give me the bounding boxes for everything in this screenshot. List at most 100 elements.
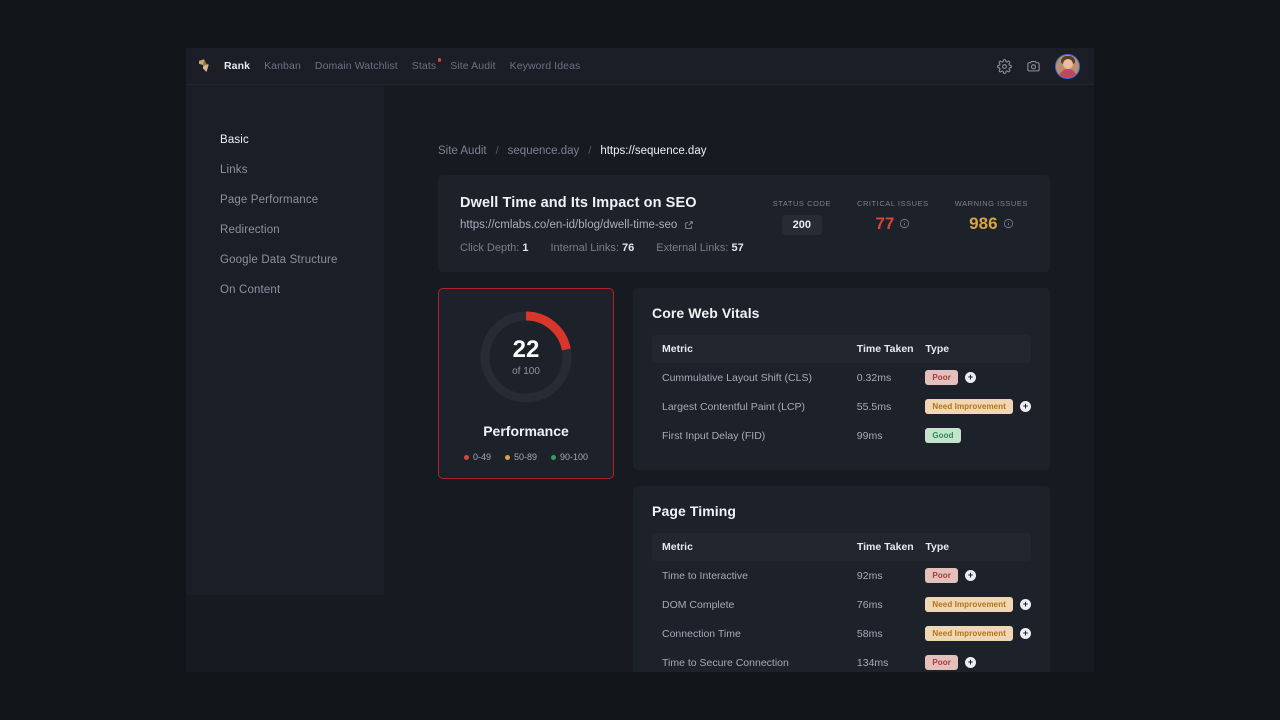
type-cell: Poor +	[925, 370, 1031, 385]
legend-label: 50-89	[513, 452, 537, 462]
stat-critical-issues: CRITICAL ISSUES 77	[857, 199, 929, 235]
cell-type: Need Improvement +	[915, 619, 1031, 648]
expand-plus-button[interactable]: +	[964, 570, 976, 581]
stat-label: CRITICAL ISSUES	[856, 199, 929, 208]
cell-metric: Connection Time	[662, 627, 741, 640]
page-timing-title: Page Timing	[652, 503, 737, 519]
column-header-time-taken: Time Taken	[846, 335, 916, 363]
column-header-time-taken: Time Taken	[846, 533, 916, 561]
cell-time-taken: 134ms	[856, 656, 889, 669]
nav-right-actions	[997, 53, 1080, 79]
core-web-vitals-title: Core Web Vitals	[652, 305, 760, 321]
core-web-vitals-tbody: Cummulative Layout Shift (CLS) 0.32ms Poor…	[652, 363, 1031, 450]
nav-link-keyword-ideas[interactable]: Keyword Ideas	[510, 60, 581, 72]
core-web-vitals-thead: Metric Time Taken Type	[652, 335, 1031, 363]
nav-link-rank[interactable]: Rank	[224, 60, 250, 72]
stat-value: 77	[875, 214, 895, 233]
performance-score-card[interactable]: 22 of 100 Performance 0-49 50-89 90-100	[438, 288, 614, 479]
cell-time-taken: 76ms	[856, 598, 883, 611]
avatar-body	[1058, 68, 1077, 78]
cell-metric: DOM Complete	[662, 598, 735, 611]
nav-link-stats[interactable]: Stats	[412, 58, 442, 72]
type-cell: Need Improvement +	[925, 597, 1031, 612]
gear-icon[interactable]	[997, 58, 1012, 74]
table-row: Time to Secure Connection 134ms Poor +	[652, 648, 1031, 672]
status-badge: Good	[925, 428, 961, 443]
stat-value-row: 200	[781, 215, 823, 235]
table-row: Time to Interactive 92ms Poor +	[652, 561, 1031, 590]
performance-score-max: of 100	[512, 365, 540, 377]
tables-column: Core Web Vitals Metric Time Taken Type Cum…	[633, 288, 1050, 672]
external-links-meta: External Links: 57	[656, 242, 744, 254]
core-web-vitals-table: Metric Time Taken Type Cummulative Layout …	[652, 335, 1031, 450]
app-window: Rank Kanban Domain Watchlist Stats Site Audi…	[186, 48, 1094, 672]
cell-time-taken: 0.32ms	[856, 371, 892, 384]
stat-status-code: STATUS CODE 200	[773, 199, 831, 235]
table-row: Largest Contentful Paint (LCP) 55.5ms Need…	[652, 392, 1031, 421]
type-cell: Need Improvement +	[925, 399, 1031, 414]
breadcrumb-item-2: https://sequence.day	[600, 145, 707, 157]
stat-label: WARNING ISSUES	[954, 199, 1028, 208]
status-badge: Need Improvement	[925, 597, 1013, 612]
stat-warning-issues: WARNING ISSUES 986	[955, 199, 1028, 235]
origami-logo-icon[interactable]	[196, 57, 214, 75]
cell-metric: Largest Contentful Paint (LCP)	[662, 400, 805, 413]
expand-plus-button[interactable]: +	[1019, 628, 1031, 639]
app-body: Basic Links Page Performance Redirection Goo…	[186, 85, 1094, 672]
performance-score: 22	[512, 335, 540, 363]
expand-plus-button[interactable]: +	[964, 372, 976, 383]
info-icon[interactable]	[899, 218, 910, 229]
expand-plus-button[interactable]: +	[1019, 599, 1031, 610]
page-timing-tbody: Time to Interactive 92ms Poor + DOM Complete…	[652, 561, 1031, 672]
breadcrumb-item-1[interactable]: sequence.day	[508, 145, 580, 157]
table-header-row: Metric Time Taken Type	[652, 335, 1031, 363]
avatar[interactable]	[1055, 53, 1080, 79]
internal-links-meta: Internal Links: 76	[550, 242, 635, 254]
page-title: Dwell Time and Its Impact on SEO	[460, 195, 697, 211]
page-meta-row: Click Depth: 1 Internal Links: 76 Extern…	[460, 242, 744, 254]
info-icon[interactable]	[1003, 218, 1014, 229]
type-cell: Good	[925, 428, 1031, 443]
breadcrumb-item-0[interactable]: Site Audit	[438, 145, 487, 157]
legend-item-0-49: 0-49	[463, 452, 491, 462]
sidebar-item-links[interactable]: Links	[186, 155, 384, 185]
cell-type: Poor +	[915, 561, 1031, 590]
nav-link-site-audit[interactable]: Site Audit	[450, 60, 495, 72]
breadcrumb-separator: /	[495, 145, 499, 157]
cell-metric: First Input Delay (FID)	[662, 429, 766, 442]
sidebar-item-basic[interactable]: Basic	[186, 125, 384, 155]
type-cell: Poor +	[925, 655, 1031, 670]
sidebar-item-google-data-structure[interactable]: Google Data Structure	[186, 245, 384, 275]
cell-type: Poor +	[915, 648, 1031, 672]
column-header-type: Type	[915, 335, 1031, 363]
external-link-icon[interactable]	[684, 220, 694, 230]
legend-item-50-89: 50-89	[504, 452, 537, 462]
legend-dot-icon	[551, 454, 556, 460]
nav-link-kanban[interactable]: Kanban	[264, 60, 301, 72]
stat-value-row: 77	[875, 215, 910, 232]
page-summary-left: Dwell Time and Its Impact on SEO https:/…	[460, 195, 744, 254]
cell-metric: Time to Interactive	[662, 569, 748, 582]
type-cell: Need Improvement +	[925, 626, 1031, 641]
table-header-row: Metric Time Taken Type	[652, 533, 1031, 561]
status-badge: Need Improvement	[925, 626, 1013, 641]
legend-label: 90-100	[560, 452, 589, 462]
stat-value-row: 986	[969, 215, 1013, 232]
column-header-type: Type	[915, 533, 1031, 561]
column-header-metric: Metric	[652, 335, 847, 363]
legend-dot-icon	[504, 454, 510, 460]
page-url-link[interactable]: https://cmlabs.co/en-id/blog/dwell-time-…	[460, 219, 677, 231]
expand-plus-button[interactable]: +	[964, 657, 976, 668]
cell-metric: Time to Secure Connection	[662, 656, 789, 669]
camera-icon[interactable]	[1026, 59, 1041, 74]
sidebar-item-on-content[interactable]: On Content	[186, 275, 384, 305]
cell-type: Poor +	[915, 363, 1031, 392]
nav-link-domain-watchlist[interactable]: Domain Watchlist	[315, 60, 398, 72]
sidebar-item-page-performance[interactable]: Page Performance	[186, 185, 384, 215]
notification-dot-icon	[437, 58, 442, 62]
cell-type: Good	[915, 421, 1031, 450]
stat-label: STATUS CODE	[772, 199, 831, 208]
table-row: Connection Time 58ms Need Improvement +	[652, 619, 1031, 648]
sidebar-item-redirection[interactable]: Redirection	[186, 215, 384, 245]
expand-plus-button[interactable]: +	[1019, 401, 1031, 412]
